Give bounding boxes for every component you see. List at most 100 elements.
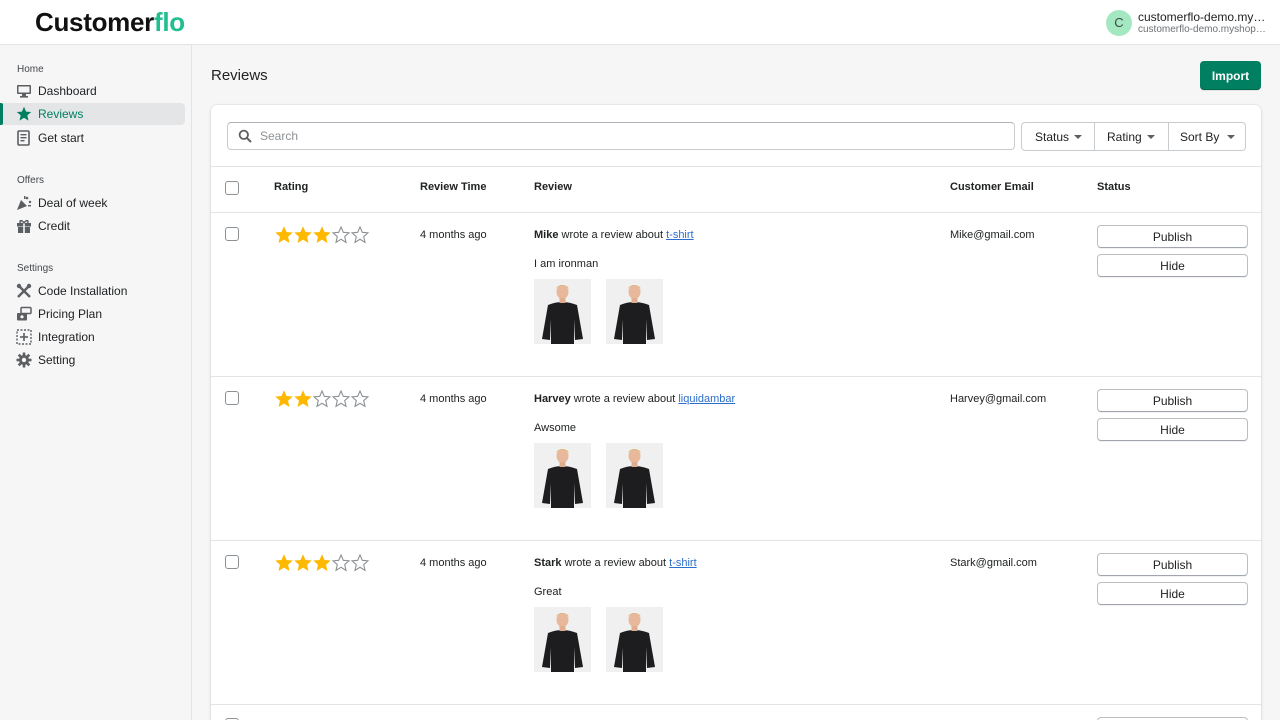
column-header-review[interactable]: Review xyxy=(534,181,572,193)
tools-icon xyxy=(16,283,32,298)
column-header-review-time[interactable]: Review Time xyxy=(420,181,486,193)
star-icon xyxy=(275,390,293,408)
sidebar-item-setting[interactable]: Setting xyxy=(0,349,185,371)
star-icon xyxy=(313,226,331,244)
star-icon xyxy=(351,390,369,408)
review-action-text: wrote a review about xyxy=(573,393,676,405)
document-icon xyxy=(17,130,30,146)
sweater-photo-icon xyxy=(534,443,591,508)
sidebar: Home Dashboard Reviews Get start Offers … xyxy=(0,45,192,720)
filter-sort-by-button[interactable]: Sort By xyxy=(1169,123,1246,150)
reviews-card: Status Rating Sort By Rating Review Time… xyxy=(211,105,1261,720)
column-header-rating[interactable]: Rating xyxy=(274,181,308,193)
store-avatar: C xyxy=(1106,10,1132,36)
review-author: Harvey xyxy=(534,393,571,405)
filter-rating-button[interactable]: Rating xyxy=(1095,123,1169,150)
sidebar-section-home: Home xyxy=(17,64,44,75)
sweater-photo-icon xyxy=(534,607,591,672)
sidebar-item-pricing-plan[interactable]: Pricing Plan xyxy=(0,303,185,325)
star-icon xyxy=(275,226,293,244)
sidebar-item-label: Reviews xyxy=(38,107,84,121)
sidebar-item-label: Integration xyxy=(38,330,95,344)
page-title: Reviews xyxy=(211,67,268,84)
review-text: Great xyxy=(534,586,562,598)
sidebar-item-label: Code Installation xyxy=(38,284,128,298)
row-checkbox[interactable] xyxy=(225,227,239,241)
review-author: Stark xyxy=(534,557,562,569)
price-stack-icon xyxy=(17,306,32,321)
review-text: Awsome xyxy=(534,422,576,434)
store-domain: customerflo-demo.myshopify.com xyxy=(1138,24,1268,35)
hide-button[interactable]: Hide xyxy=(1097,254,1248,277)
star-icon xyxy=(294,226,312,244)
hide-button[interactable]: Hide xyxy=(1097,418,1248,441)
sidebar-item-deal-of-week[interactable]: Deal of week xyxy=(0,192,185,214)
divider xyxy=(211,704,1261,705)
product-link[interactable]: t-shirt xyxy=(669,557,697,569)
star-icon xyxy=(351,226,369,244)
select-all-checkbox[interactable] xyxy=(225,181,239,195)
review-photo[interactable] xyxy=(534,443,591,508)
review-time: 4 months ago xyxy=(420,229,487,241)
column-header-customer-email[interactable]: Customer Email xyxy=(950,181,1034,193)
sidebar-item-label: Dashboard xyxy=(38,84,97,98)
hide-button[interactable]: Hide xyxy=(1097,582,1248,605)
search-input[interactable] xyxy=(260,127,1000,145)
search-bar[interactable] xyxy=(227,122,1015,150)
publish-button[interactable]: Publish xyxy=(1097,553,1248,576)
review-action-text: wrote a review about xyxy=(564,557,667,569)
sidebar-item-label: Pricing Plan xyxy=(38,307,103,321)
column-header-status[interactable]: Status xyxy=(1097,181,1131,193)
product-link[interactable]: liquidambar xyxy=(678,393,735,405)
review-heading: Harvey wrote a review about liquidambar xyxy=(534,393,735,405)
publish-button[interactable]: Publish xyxy=(1097,389,1248,412)
sweater-photo-icon xyxy=(534,279,591,344)
row-checkbox[interactable] xyxy=(225,555,239,569)
review-time: 4 months ago xyxy=(420,393,487,405)
star-icon xyxy=(332,390,350,408)
divider xyxy=(211,166,1261,167)
search-icon xyxy=(238,129,252,143)
sidebar-section-settings: Settings xyxy=(17,263,54,274)
sidebar-item-code-installation[interactable]: Code Installation xyxy=(0,280,185,302)
sidebar-item-label: Setting xyxy=(38,353,76,367)
row-checkbox[interactable] xyxy=(225,391,239,405)
review-heading: Mike wrote a review about t-shirt xyxy=(534,229,694,241)
review-text: I am ironman xyxy=(534,258,599,270)
sidebar-item-integration[interactable]: Integration xyxy=(0,326,185,348)
sidebar-item-credit[interactable]: Credit xyxy=(0,215,185,237)
review-photo[interactable] xyxy=(534,279,591,344)
sidebar-item-get-start[interactable]: Get start xyxy=(0,127,185,149)
sidebar-item-dashboard[interactable]: Dashboard xyxy=(0,80,185,102)
table-row: 4 months ago Mike wrote a review about t… xyxy=(211,213,1261,377)
review-time: 4 months ago xyxy=(420,557,487,569)
review-photo[interactable] xyxy=(606,443,663,508)
star-icon xyxy=(332,554,350,572)
integration-icon xyxy=(16,329,32,345)
review-author: Mike xyxy=(534,229,559,241)
sidebar-item-label: Deal of week xyxy=(38,196,108,210)
import-button[interactable]: Import xyxy=(1200,61,1261,90)
filter-status-button[interactable]: Status xyxy=(1022,123,1095,150)
store-menu[interactable]: C customerflo-demo.myshopify.com custome… xyxy=(1106,9,1268,37)
sidebar-section-offers: Offers xyxy=(17,175,45,186)
logo-text-accent: flo xyxy=(153,7,185,37)
sweater-photo-icon xyxy=(606,279,663,344)
publish-button[interactable]: Publish xyxy=(1097,225,1248,248)
rating-stars xyxy=(275,390,375,408)
review-action-text: wrote a review about xyxy=(561,229,664,241)
app-logo[interactable]: Customerflo xyxy=(35,7,185,38)
sidebar-item-label: Get start xyxy=(38,131,85,145)
rating-stars xyxy=(275,554,375,572)
product-link[interactable]: t-shirt xyxy=(666,229,694,241)
review-photo[interactable] xyxy=(606,279,663,344)
review-photo[interactable] xyxy=(606,607,663,672)
customer-email: Mike@gmail.com xyxy=(950,229,1035,241)
customer-email: Stark@gmail.com xyxy=(950,557,1037,569)
sidebar-item-reviews[interactable]: Reviews xyxy=(0,103,185,125)
star-icon xyxy=(294,554,312,572)
star-icon xyxy=(275,554,293,572)
review-photo[interactable] xyxy=(534,607,591,672)
caret-down-icon xyxy=(1147,135,1155,139)
star-icon xyxy=(16,106,32,121)
